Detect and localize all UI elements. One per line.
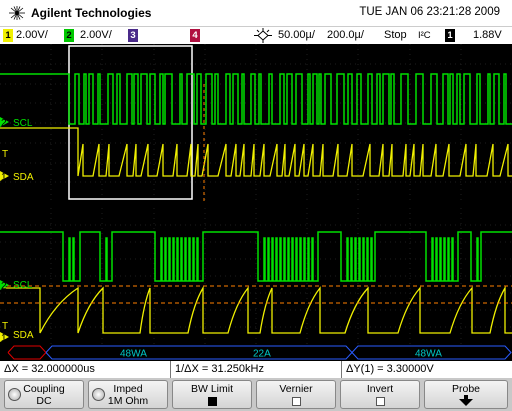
zoom-graticule	[0, 208, 512, 344]
coupling-softkey[interactable]: Coupling DC	[4, 380, 84, 409]
svg-text:1: 1	[1, 333, 7, 344]
channel-4-indicator[interactable]: 4	[190, 29, 200, 42]
channel-1-scale[interactable]: 2.00V/	[16, 29, 48, 41]
softkey-bar: Coupling DC Imped 1M Ohm BW Limit Vernie…	[0, 378, 512, 411]
time-position[interactable]: 50.00µ/	[278, 29, 315, 41]
impedance-label: Imped	[113, 383, 143, 395]
brand-name: Agilent Technologies	[31, 6, 152, 20]
cursor-measurement-bar: ΔX = 32.000000us 1/ΔX = 31.250kHz ΔY(1) …	[0, 361, 512, 378]
invert-softkey[interactable]: Invert	[340, 380, 420, 409]
lower-scl-label: SCL	[13, 280, 33, 291]
down-arrow-icon	[459, 395, 473, 406]
trigger-level[interactable]: 1.88V	[473, 29, 502, 41]
upper-scl-label: SCL	[13, 118, 33, 129]
zoom-waveform-svg: 2 SCL 1 SDA T	[0, 208, 512, 344]
channel-2-scale[interactable]: 2.00V/	[80, 29, 112, 41]
lower-sda-ground-marker: 1	[0, 332, 9, 344]
date-time: TUE JAN 06 23:21:28 2009	[359, 6, 500, 18]
decode-packet: 48WA	[120, 349, 147, 360]
decode-packet: 48WA	[415, 349, 442, 360]
vernier-softkey[interactable]: Vernier	[256, 380, 336, 409]
trigger-type[interactable]: I²C	[418, 30, 431, 41]
svg-text:T: T	[2, 149, 8, 160]
invert-label: Invert	[366, 383, 394, 395]
trigger-level-marker: T	[2, 149, 8, 160]
bw-limit-checkbox[interactable]	[207, 397, 217, 407]
channel-1-indicator[interactable]: 1	[3, 29, 13, 42]
svg-text:1: 1	[1, 172, 7, 183]
run-state: Stop	[384, 29, 407, 41]
upper-scl-ground-marker: 2	[0, 117, 9, 129]
vernier-checkbox[interactable]	[291, 397, 301, 407]
svg-text:2: 2	[1, 118, 7, 129]
lower-trigger-level-marker: T	[2, 321, 8, 332]
svg-text:2: 2	[1, 281, 7, 292]
probe-softkey[interactable]: Probe	[424, 380, 508, 409]
probe-label: Probe	[451, 383, 481, 395]
entry-knob-icon	[92, 388, 105, 401]
bw-limit-softkey[interactable]: BW Limit	[172, 380, 252, 409]
agilent-logo-icon	[9, 6, 25, 20]
vernier-label: Vernier	[279, 383, 313, 395]
coupling-label: Coupling	[23, 383, 65, 395]
delta-x-readout: ΔX = 32.000000us	[0, 361, 171, 378]
channel-2-indicator[interactable]: 2	[64, 29, 74, 42]
invert-checkbox[interactable]	[375, 397, 385, 407]
main-graticule	[0, 44, 512, 202]
svg-text:T: T	[2, 321, 8, 332]
time-reference-icon	[254, 28, 272, 43]
time-base-scale[interactable]: 200.0µ/	[327, 29, 364, 41]
delta-y-readout: ΔY(1) = 3.30000V	[346, 363, 434, 375]
bw-limit-label: BW Limit	[191, 383, 233, 395]
impedance-softkey[interactable]: Imped 1M Ohm	[88, 380, 168, 409]
entry-knob-icon	[8, 388, 21, 401]
upper-sda-label: SDA	[13, 172, 34, 183]
title-bar: Agilent Technologies TUE JAN 06 23:21:28…	[0, 0, 512, 26]
inverse-delta-x-readout: 1/ΔX = 31.250kHz	[171, 361, 342, 378]
zoom-waveform-pane[interactable]: 2 SCL 1 SDA T	[0, 208, 512, 344]
upper-sda-trace	[0, 127, 512, 177]
main-waveform-pane[interactable]: 2 SCL 1 SDA T	[0, 44, 512, 202]
decode-packet: 22A	[253, 349, 271, 360]
settings-bar: 1 2.00V/ 2 2.00V/ 3 4 50.00µ/ 200.0µ/ St…	[0, 26, 512, 44]
lower-sda-label: SDA	[13, 330, 34, 341]
serial-decode-bar: 48WA 22A 48WA	[0, 344, 512, 361]
channel-3-indicator[interactable]: 3	[128, 29, 138, 42]
upper-sda-ground-marker: 1	[0, 171, 9, 183]
trigger-source[interactable]: 1	[445, 29, 455, 42]
main-waveform-svg: 2 SCL 1 SDA T	[0, 44, 512, 202]
